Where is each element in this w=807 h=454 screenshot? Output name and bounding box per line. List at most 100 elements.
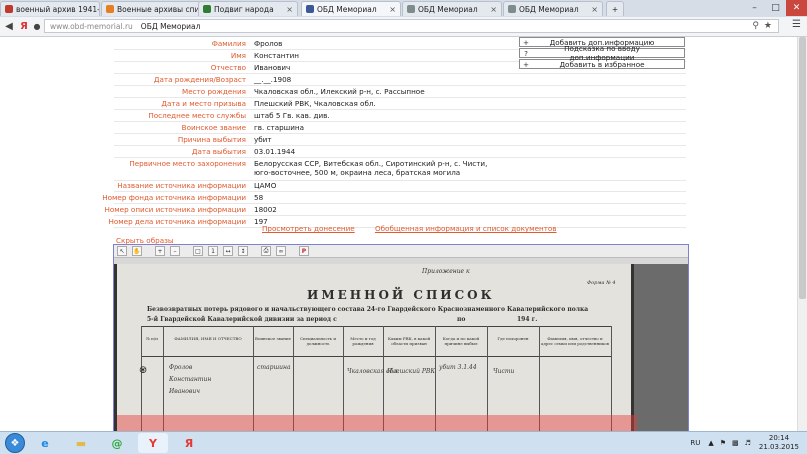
select-tool-icon[interactable]: ↖ — [117, 246, 127, 256]
view-report-link[interactable]: Просмотреть донесение — [262, 224, 355, 233]
browser-tab[interactable]: Подвиг народа × — [198, 1, 298, 16]
info-label: Отчество — [46, 63, 246, 72]
fit-width-icon[interactable]: ↔ — [223, 246, 233, 256]
new-tab-button[interactable]: + — [606, 1, 624, 16]
viewer-toolbar: ↖ ✋ + – □ 1 ↔ ↕ ⎙ ∞ P — [114, 245, 688, 258]
handwritten-entry: Чисти — [493, 368, 514, 375]
language-indicator[interactable]: RU — [690, 439, 700, 447]
info-row: Фамилия Фролов — [0, 39, 520, 49]
document-column-header: Место и год рождения — [345, 336, 381, 356]
menu-icon[interactable]: ☰ — [792, 19, 801, 30]
network-icon[interactable]: ▩ — [732, 439, 739, 447]
flag-icon[interactable]: ⚑ — [720, 439, 726, 447]
lock-icon: ● — [30, 19, 44, 33]
info-row: Дата и место призываПлешский РВК, Чкалов… — [0, 99, 520, 109]
info-value: штаб 5 Гв. кав. див. — [254, 111, 500, 120]
search-icon[interactable]: ⚲ — [752, 21, 759, 31]
side-button[interactable]: ?Подсказка по вводу доп.информации — [519, 48, 685, 58]
document-subtitle-1: Безвозвратных потерь рядового и начальст… — [147, 306, 588, 313]
document-title: ИМЕННОЙ СПИСОК — [307, 288, 495, 302]
appendix-label: Приложение к — [422, 268, 470, 275]
info-value: Плешский РВК, Чкаловская обл. — [254, 99, 500, 108]
url-field[interactable]: www.obd-memorial.ru ОБД Мемориал ⚲ ★ — [44, 19, 779, 33]
document-column-header: Специальность и должность — [295, 336, 341, 356]
info-row: Первичное место захороненияБелорусская С… — [0, 159, 520, 179]
document-column-header: ФАМИЛИЯ, ИМЯ И ОТЧЕСТВО — [165, 336, 251, 356]
page-scrollbar[interactable] — [797, 37, 807, 431]
browser-tab[interactable]: Военные архивы спи× — [101, 1, 201, 16]
info-value: Фролов — [254, 39, 500, 48]
clock-time: 20:14 — [759, 434, 799, 443]
document-column-header: Каким РВК, в какой области призван — [385, 336, 433, 356]
yandex-browser-icon[interactable]: Y — [138, 433, 168, 453]
ie-icon[interactable]: e — [30, 433, 60, 453]
actual-size-icon[interactable]: 1 — [208, 246, 218, 256]
fit-height-icon[interactable]: ↕ — [238, 246, 248, 256]
handwritten-entry: убит 3.1.44 — [439, 364, 477, 371]
button-symbol: + — [520, 60, 532, 69]
info-label: Последнее место службы — [46, 111, 246, 120]
button-symbol: + — [520, 38, 532, 47]
start-button[interactable]: ❖ — [5, 433, 25, 453]
tab-bar: военный архив 1941-×Военные архивы спи×П… — [0, 0, 807, 18]
yandex-icon[interactable]: Я — [174, 433, 204, 453]
hand-tool-icon[interactable]: ✋ — [132, 246, 142, 256]
image-viewer: ↖ ✋ + – □ 1 ↔ ↕ ⎙ ∞ P Приложение к Форма… — [113, 244, 689, 431]
tab-close-icon[interactable]: × — [588, 5, 598, 14]
info-label: Номер фонда источника информации — [46, 193, 246, 202]
info-row: Дата выбытия03.01.1944 — [0, 147, 520, 157]
scrollbar-thumb[interactable] — [799, 37, 806, 299]
window-controls: – □ ✕ — [744, 0, 807, 16]
tab-close-icon[interactable]: × — [283, 5, 293, 14]
info-value: ЦАМО — [254, 181, 500, 190]
tray-expand-icon[interactable]: ▲ — [708, 439, 713, 447]
document-column-header: Когда и по какой причине выбыл — [437, 336, 485, 356]
browser-tab[interactable]: ОБД Мемориал × — [402, 1, 502, 16]
handwritten-entry: Константин — [169, 376, 211, 383]
zoom-in-icon[interactable]: + — [155, 246, 165, 256]
info-row: Воинское званиегв. старшина — [0, 123, 520, 133]
taskbar: ❖ e ▬ @ YЯ RU ▲ ⚑ ▩ ♬ 20:14 21.03.2015 — [0, 431, 807, 454]
browser-tab[interactable]: ОБД Мемориал× — [301, 1, 401, 16]
link-icon[interactable]: ∞ — [276, 246, 286, 256]
fit-page-icon[interactable]: □ — [193, 246, 203, 256]
tab-favicon-icon — [508, 5, 516, 13]
document-column-header: Фамилия, имя, отчество и адрес семьи или… — [541, 336, 609, 356]
back-icon[interactable]: ◀ — [2, 19, 16, 33]
form-number: Форма № 4 — [587, 280, 616, 286]
info-value: Чкаловская обл., Илекский р-н, с. Рассып… — [254, 87, 500, 96]
folder-icon[interactable]: ▬ — [66, 433, 96, 453]
tab-favicon-icon — [407, 5, 415, 13]
close-button[interactable]: ✕ — [786, 0, 807, 16]
info-label: Номер описи источника информации — [46, 205, 246, 214]
maximize-button[interactable]: □ — [765, 0, 786, 16]
info-row: ИмяКонстантин — [0, 51, 520, 61]
volume-icon[interactable]: ♬ — [745, 439, 751, 447]
pdf-icon[interactable]: P — [299, 246, 309, 256]
period-to: по — [457, 316, 465, 323]
tab-close-icon[interactable]: × — [386, 5, 396, 14]
document-scan: Приложение к Форма № 4 ИМЕННОЙ СПИСОК Бе… — [114, 264, 634, 431]
browser-tab[interactable]: ОБД Мемориал × — [503, 1, 603, 16]
browser-tab[interactable]: военный архив 1941-× — [0, 1, 100, 16]
mail-agent-icon[interactable]: @ — [102, 433, 132, 453]
zoom-out-icon[interactable]: – — [170, 246, 180, 256]
yandex-logo-icon[interactable]: Я — [17, 19, 31, 33]
tab-label: ОБД Мемориал — [519, 5, 579, 14]
side-button[interactable]: +Добавить в избранное — [519, 59, 685, 69]
info-value: гв. старшина — [254, 123, 500, 132]
tab-close-icon[interactable]: × — [487, 5, 497, 14]
system-tray: RU ▲ ⚑ ▩ ♬ 20:14 21.03.2015 — [690, 432, 807, 454]
minimize-button[interactable]: – — [744, 0, 765, 16]
info-label: Фамилия — [46, 39, 246, 48]
clock-date: 21.03.2015 — [759, 443, 799, 452]
info-label: Первичное место захоронения — [46, 159, 246, 168]
tab-favicon-icon — [306, 5, 314, 13]
star-icon[interactable]: ★ — [764, 21, 772, 31]
print-icon[interactable]: ⎙ — [261, 246, 271, 256]
info-value: __.__.1908 — [254, 75, 500, 84]
clock[interactable]: 20:14 21.03.2015 — [759, 434, 799, 452]
general-info-link[interactable]: Обобщенная информация и список документо… — [375, 224, 557, 233]
tab-label: Подвиг народа — [214, 5, 274, 14]
tab-label: ОБД Мемориал — [418, 5, 478, 14]
